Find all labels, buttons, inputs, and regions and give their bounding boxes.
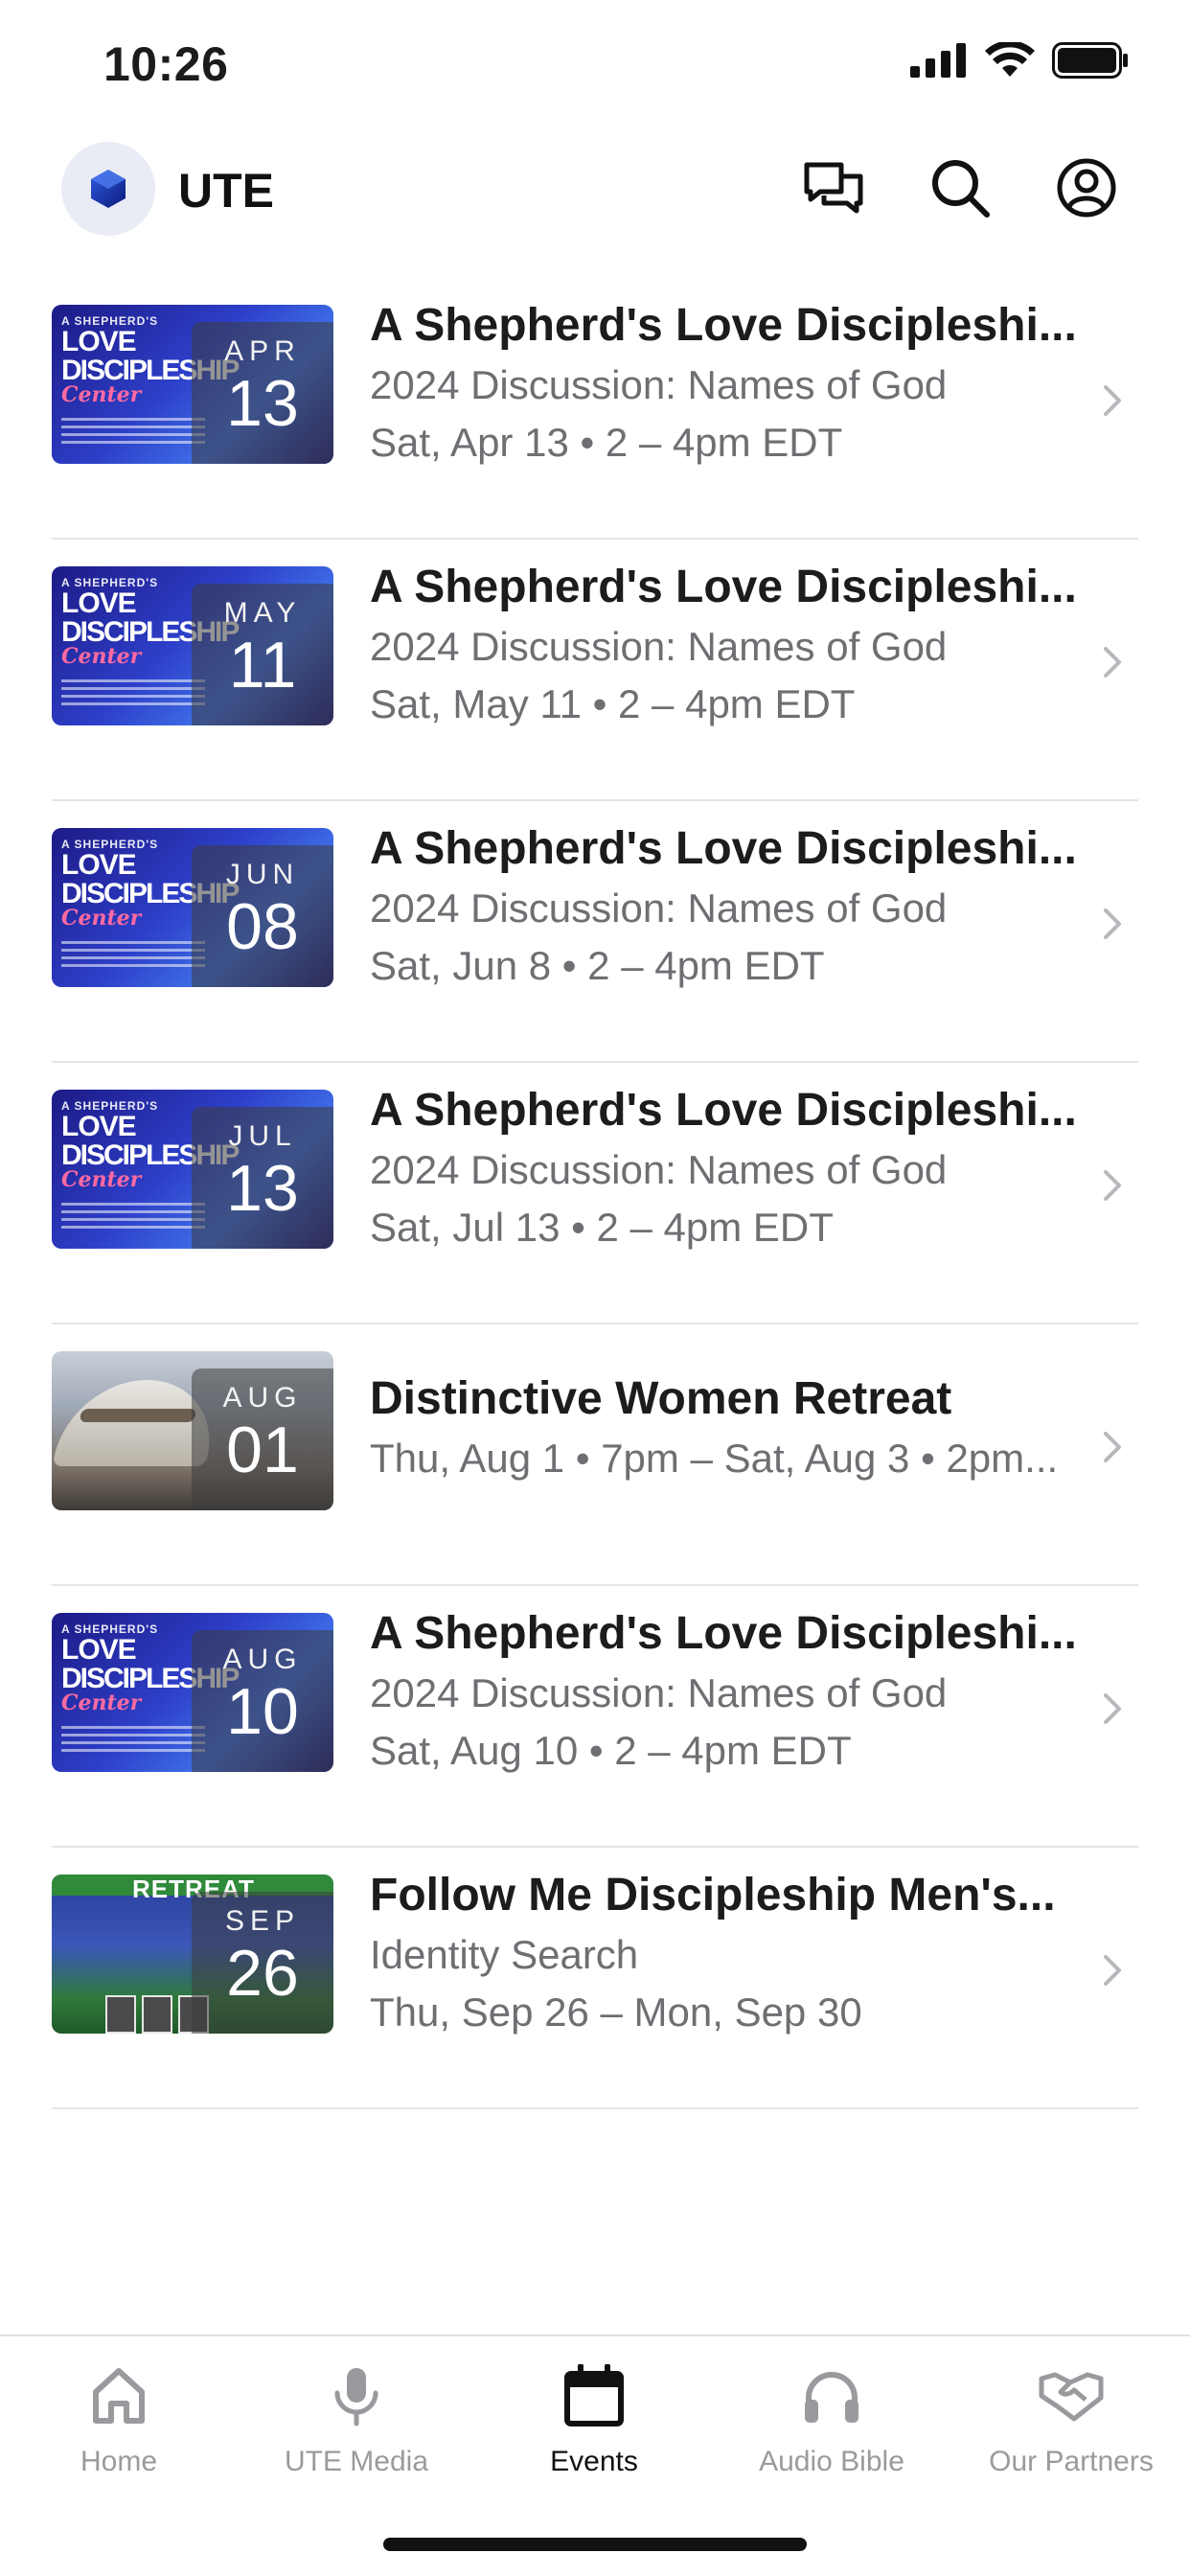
event-datetime: Sat, May 11 • 2 – 4pm EDT: [370, 681, 856, 726]
event-thumbnail: AUG 01: [52, 1351, 333, 1510]
event-title: A Shepherd's Love Discipleshi...: [370, 1608, 1077, 1659]
tab-label: Our Partners: [989, 2446, 1154, 2477]
tab-our-partners[interactable]: Our Partners: [952, 2358, 1190, 2478]
date-day: 26: [226, 1937, 299, 2010]
event-title: A Shepherd's Love Discipleshi...: [370, 562, 1077, 612]
event-thumbnail: A SHEPHERD'S LOVE DISCIPLESHIP Center MA…: [52, 566, 333, 725]
event-subtitle: 2024 Discussion: Names of God: [370, 624, 948, 669]
home-indicator[interactable]: [383, 2538, 807, 2551]
wifi-icon: [985, 42, 1035, 77]
battery-icon: [1052, 42, 1128, 79]
tab-home[interactable]: Home: [0, 2358, 238, 2478]
date-month: JUN: [225, 859, 300, 890]
messages-button[interactable]: [801, 155, 866, 220]
headphones-icon: [805, 2372, 858, 2423]
search-icon: [932, 160, 990, 218]
event-row[interactable]: A SHEPHERD'S LOVE DISCIPLESHIP Center JU…: [52, 1063, 1138, 1324]
event-title: A Shepherd's Love Discipleshi...: [370, 823, 1077, 874]
event-datetime: Thu, Aug 1 • 7pm – Sat, Aug 3 • 2pm...: [370, 1436, 1059, 1481]
date-badge: JUN 08: [192, 845, 333, 987]
date-badge: SEP 26: [192, 1892, 333, 2034]
event-row[interactable]: A SHEPHERD'S LOVE DISCIPLESHIP Center AP…: [52, 278, 1138, 540]
event-datetime: Sat, Jul 13 • 2 – 4pm EDT: [370, 1205, 834, 1250]
cellular-signal-icon: [910, 43, 966, 78]
event-title: Follow Me Discipleship Men's...: [370, 1870, 1056, 1920]
chevron-right-icon: [1104, 1432, 1121, 1462]
chevron-right-icon: [1104, 647, 1121, 678]
chevron-right-icon: [1104, 385, 1121, 416]
event-datetime: Thu, Sep 26 – Mon, Sep 30: [370, 1990, 862, 2035]
tab-events[interactable]: Events: [475, 2358, 713, 2478]
date-month: AUG: [222, 1644, 303, 1675]
date-month: JUL: [228, 1120, 297, 1152]
date-badge: AUG 01: [192, 1368, 333, 1510]
event-thumbnail: A SHEPHERD'S LOVE DISCIPLESHIP Center AU…: [52, 1613, 333, 1772]
event-row[interactable]: A SHEPHERD'S LOVE DISCIPLESHIP Center JU…: [52, 801, 1138, 1063]
date-month: SEP: [224, 1905, 301, 1937]
search-button[interactable]: [927, 155, 993, 220]
event-title: A Shepherd's Love Discipleshi...: [370, 1085, 1077, 1136]
event-thumbnail: RETREAT SEP 26: [52, 1874, 333, 2034]
handshake-icon: [1039, 2372, 1104, 2422]
event-thumbnail: A SHEPHERD'S LOVE DISCIPLESHIP Center JU…: [52, 1090, 333, 1249]
date-badge: APR 13: [192, 322, 333, 464]
date-month: APR: [224, 335, 301, 367]
tab-audio-bible[interactable]: Audio Bible: [713, 2358, 950, 2478]
status-bar: 10:26: [0, 0, 1190, 134]
user-profile-icon: [1057, 158, 1116, 218]
app-logo[interactable]: [61, 142, 155, 236]
tab-label: Audio Bible: [759, 2446, 904, 2477]
event-title: A Shepherd's Love Discipleshi...: [370, 300, 1077, 351]
event-datetime: Sat, Apr 13 • 2 – 4pm EDT: [370, 420, 843, 465]
calendar-icon: [564, 2364, 624, 2426]
date-day: 01: [226, 1414, 299, 1486]
event-row[interactable]: RETREAT SEP 26 Follow Me Discipleship Me…: [52, 1848, 1138, 2109]
date-day: 10: [226, 1675, 299, 1748]
app-title: UTE: [178, 164, 274, 218]
event-row[interactable]: A SHEPHERD'S LOVE DISCIPLESHIP Center AU…: [52, 1586, 1138, 1848]
date-day: 13: [226, 1152, 299, 1225]
date-badge: AUG 10: [192, 1630, 333, 1772]
tab-label: UTE Media: [284, 2446, 429, 2477]
tab-ute-media[interactable]: UTE Media: [238, 2358, 475, 2478]
event-datetime: Sat, Aug 10 • 2 – 4pm EDT: [370, 1728, 852, 1773]
chevron-right-icon: [1104, 908, 1121, 939]
date-month: MAY: [223, 597, 302, 629]
header-actions: [801, 155, 1119, 220]
date-day: 11: [228, 629, 297, 702]
status-icons: [910, 42, 1129, 79]
chevron-right-icon: [1104, 1955, 1121, 1986]
logo-icon: [91, 170, 126, 208]
tab-label: Events: [550, 2446, 638, 2477]
event-thumbnail: A SHEPHERD'S LOVE DISCIPLESHIP Center AP…: [52, 305, 333, 464]
microphone-icon: [334, 2368, 378, 2426]
status-time: 10:26: [103, 37, 229, 91]
date-day: 13: [226, 367, 299, 440]
date-month: AUG: [222, 1382, 303, 1414]
home-icon: [93, 2368, 145, 2424]
event-row[interactable]: A SHEPHERD'S LOVE DISCIPLESHIP Center MA…: [52, 540, 1138, 801]
profile-button[interactable]: [1054, 155, 1119, 220]
date-day: 08: [226, 890, 299, 963]
event-subtitle: 2024 Discussion: Names of God: [370, 1670, 948, 1715]
event-row[interactable]: AUG 01 Distinctive Women Retreat Thu, Au…: [52, 1324, 1138, 1586]
tab-label: Home: [80, 2446, 158, 2477]
event-subtitle: 2024 Discussion: Names of God: [370, 1147, 948, 1192]
event-datetime: Sat, Jun 8 • 2 – 4pm EDT: [370, 943, 825, 988]
app-header: UTE: [0, 134, 1190, 247]
event-subtitle: 2024 Discussion: Names of God: [370, 362, 948, 407]
chevron-right-icon: [1104, 1170, 1121, 1201]
chat-bubbles-icon: [804, 162, 863, 214]
event-thumbnail: A SHEPHERD'S LOVE DISCIPLESHIP Center JU…: [52, 828, 333, 987]
event-subtitle: Identity Search: [370, 1932, 639, 1977]
event-title: Distinctive Women Retreat: [370, 1373, 952, 1424]
date-badge: JUL 13: [192, 1107, 333, 1249]
event-list: A SHEPHERD'S LOVE DISCIPLESHIP Center AP…: [52, 278, 1138, 2109]
chevron-right-icon: [1104, 1693, 1121, 1724]
date-badge: MAY 11: [192, 584, 333, 725]
event-subtitle: 2024 Discussion: Names of God: [370, 886, 948, 931]
